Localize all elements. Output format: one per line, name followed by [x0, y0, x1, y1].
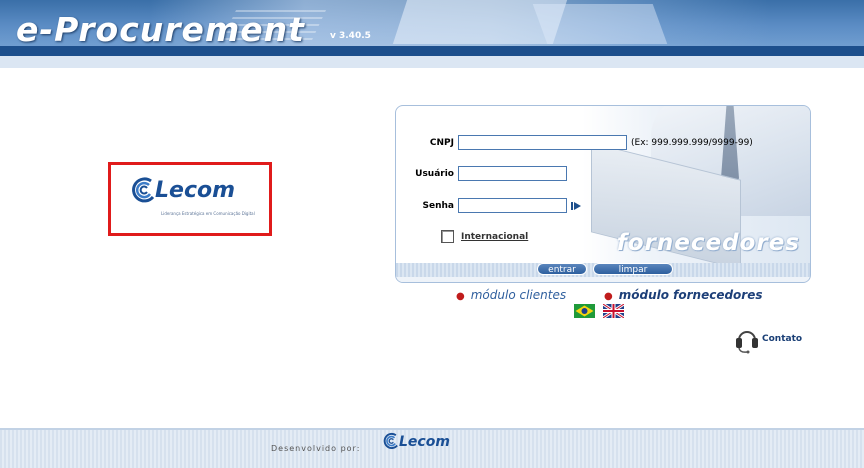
lecom-logo-text: Lecom: [155, 178, 236, 203]
cnpj-label: CNPJ: [429, 138, 454, 148]
lecom-logo: Lecom Liderança Estratégica em Comunicaç…: [131, 177, 255, 216]
user-input[interactable]: [458, 166, 567, 181]
app-title: e-Procurement: [16, 10, 305, 49]
footer-lecom-text: Lecom: [399, 434, 450, 450]
user-label: Usuário: [415, 169, 454, 179]
enter-button[interactable]: entrar: [537, 263, 587, 275]
international-checkbox[interactable]: [441, 230, 454, 243]
lecom-swirl-icon: [132, 177, 155, 203]
module-clients-label: módulo clientes: [470, 288, 567, 302]
password-input[interactable]: [458, 198, 567, 213]
lecom-swirl-icon: [383, 432, 398, 449]
submit-arrow-icon[interactable]: [571, 201, 581, 211]
app-version: v 3.40.5: [330, 31, 371, 41]
header-underline: [0, 56, 864, 68]
module-suppliers-link[interactable]: ● módulo fornecedores: [604, 288, 763, 302]
headset-icon: [736, 331, 758, 354]
brazil-flag-icon[interactable]: [574, 304, 595, 318]
cnpj-input[interactable]: [458, 135, 627, 150]
login-panel: fornecedores CNPJ (Ex: 999.999.999/9999-…: [395, 105, 811, 283]
uk-flag-icon[interactable]: [603, 304, 624, 318]
cnpj-hint: (Ex: 999.999.999/9999-99): [631, 138, 753, 148]
password-label: Senha: [422, 201, 454, 211]
clear-button[interactable]: limpar: [593, 263, 673, 275]
lecom-logo-highlight: Lecom Liderança Estratégica em Comunicaç…: [108, 162, 272, 236]
footer-lecom-logo: Lecom: [383, 432, 450, 450]
contact-label: Contato: [762, 334, 803, 344]
bullet-icon: ●: [456, 291, 465, 302]
header-banner: e-Procurement v 3.40.5: [0, 0, 864, 56]
bullet-icon: ●: [604, 291, 613, 302]
contact-link[interactable]: Contato: [734, 324, 802, 354]
suppliers-watermark: fornecedores: [616, 230, 800, 256]
lecom-logo-tagline: Liderança Estratégica em Comunicação Dig…: [161, 211, 255, 216]
module-clients-link[interactable]: ● módulo clientes: [456, 288, 566, 302]
international-label: Internacional: [461, 232, 529, 242]
page: e-Procurement v 3.40.5 Lecom Liderança E…: [0, 0, 864, 468]
module-suppliers-label: módulo fornecedores: [618, 288, 763, 302]
developed-by-label: Desenvolvido por:: [271, 444, 361, 453]
